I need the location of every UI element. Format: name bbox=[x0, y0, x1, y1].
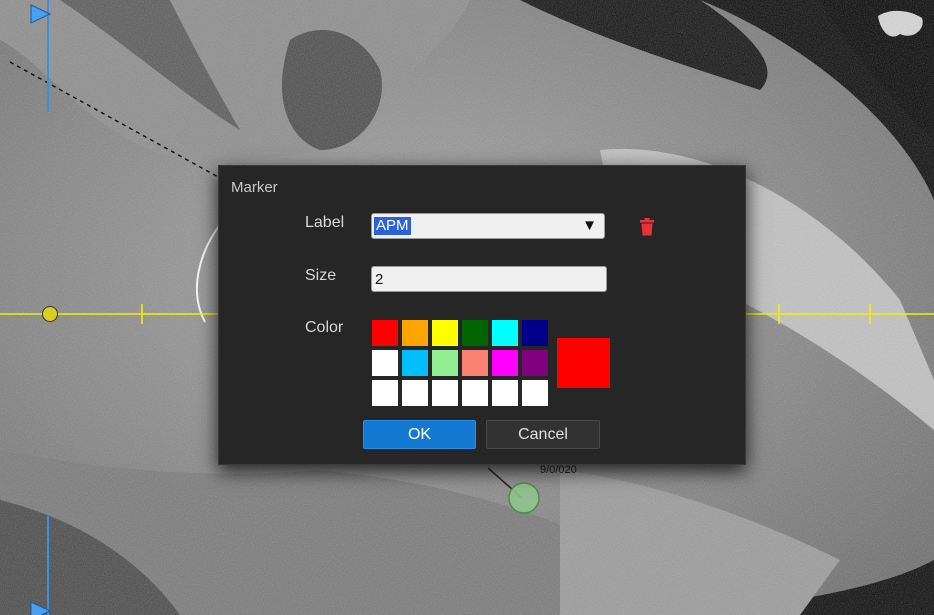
color-swatch[interactable] bbox=[492, 320, 518, 346]
label-select[interactable]: APM ▼ bbox=[371, 213, 605, 239]
color-swatch[interactable] bbox=[462, 380, 488, 406]
ok-button[interactable]: OK bbox=[363, 420, 476, 449]
marker-annotation: 9/0/020 bbox=[540, 464, 577, 476]
color-swatch[interactable] bbox=[432, 380, 458, 406]
color-swatch[interactable] bbox=[432, 350, 458, 376]
color-swatch[interactable] bbox=[432, 320, 458, 346]
color-palette bbox=[372, 320, 552, 410]
color-swatch[interactable] bbox=[402, 320, 428, 346]
axis-flag-bottom-icon[interactable] bbox=[30, 601, 52, 615]
label-caption: Label bbox=[305, 214, 345, 231]
color-caption: Color bbox=[305, 319, 344, 336]
marker-dialog: Marker Label APM ▼ Size Color OK Cancel bbox=[218, 165, 746, 465]
dialog-title: Marker bbox=[231, 179, 278, 196]
color-swatch[interactable] bbox=[372, 350, 398, 376]
size-input[interactable] bbox=[371, 266, 607, 292]
trash-icon[interactable] bbox=[640, 218, 654, 236]
color-swatch[interactable] bbox=[402, 380, 428, 406]
cancel-button[interactable]: Cancel bbox=[486, 420, 600, 449]
color-swatch[interactable] bbox=[492, 350, 518, 376]
color-swatch[interactable] bbox=[372, 380, 398, 406]
color-swatch[interactable] bbox=[522, 350, 548, 376]
crosshair-handle-icon[interactable] bbox=[41, 305, 59, 323]
axis-flag-top-icon[interactable] bbox=[30, 4, 52, 24]
color-swatch[interactable] bbox=[522, 320, 548, 346]
color-swatch[interactable] bbox=[492, 380, 518, 406]
color-swatch[interactable] bbox=[372, 320, 398, 346]
color-swatch[interactable] bbox=[522, 380, 548, 406]
color-swatch[interactable] bbox=[462, 350, 488, 376]
chevron-down-icon[interactable]: ▼ bbox=[582, 217, 597, 234]
color-swatch[interactable] bbox=[402, 350, 428, 376]
label-select-value: APM bbox=[374, 217, 411, 235]
marker-point-icon[interactable] bbox=[507, 481, 541, 515]
size-caption: Size bbox=[305, 267, 337, 284]
color-swatch[interactable] bbox=[462, 320, 488, 346]
selected-color-preview bbox=[557, 338, 610, 388]
